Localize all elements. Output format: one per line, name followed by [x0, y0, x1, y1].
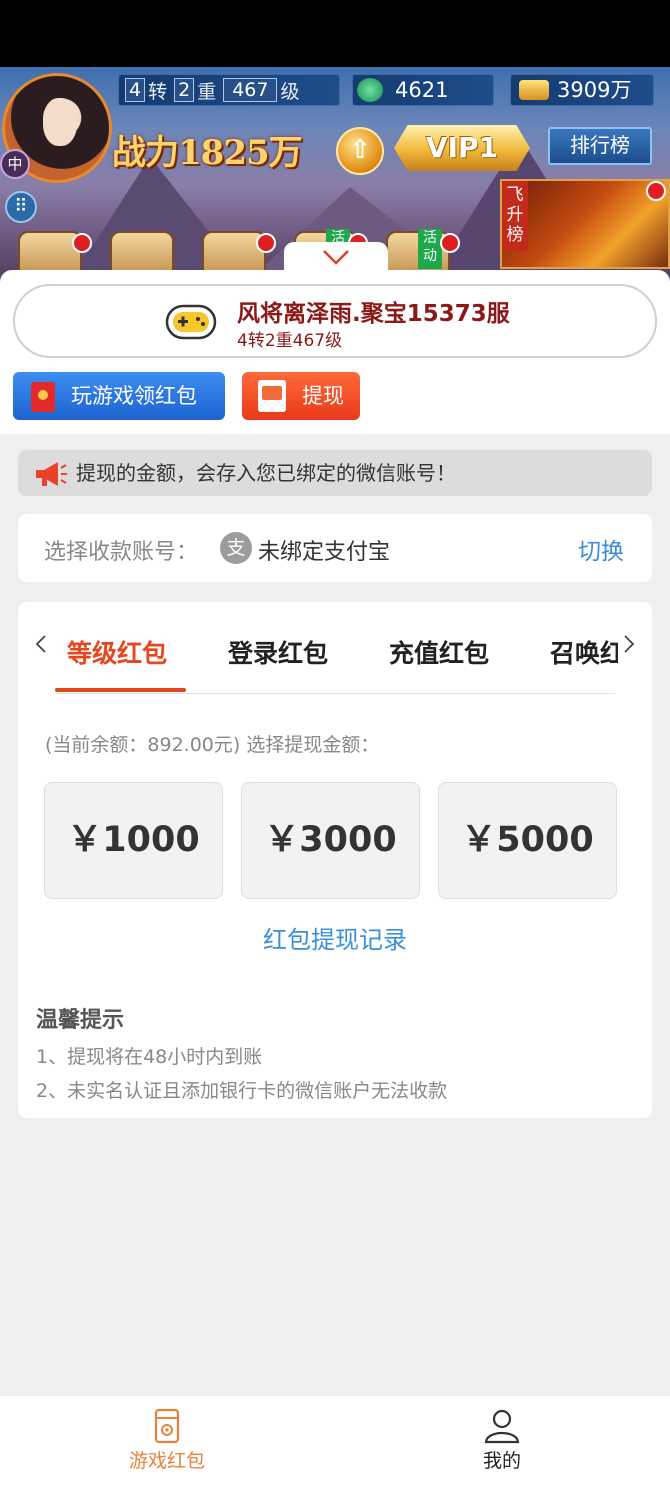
notification-dot: [256, 233, 276, 253]
tier-value: 2: [174, 78, 195, 102]
level-unit: 级: [280, 80, 300, 103]
notice-text: 提现的金额，会存入您已绑定的微信账号！: [76, 461, 456, 485]
notification-dot: [440, 233, 460, 253]
active-tab-indicator: [55, 688, 186, 692]
chevron-left-icon[interactable]: [34, 634, 48, 654]
gold-ingot-icon: [519, 80, 549, 100]
activity-tag: 活动: [418, 229, 442, 269]
tab-divider: [55, 693, 615, 694]
nav-mine[interactable]: 我的: [422, 1408, 582, 1473]
notification-dot: [646, 181, 666, 201]
server-badge: 中: [0, 149, 30, 179]
game-info-card[interactable]: 风将离泽雨.聚宝15373服 4转2重467级: [13, 284, 657, 358]
combat-power: 战力1825万: [112, 133, 303, 173]
notification-dot: [72, 233, 92, 253]
game-name: 风将离泽雨.聚宝15373服: [237, 301, 510, 327]
gold-count: 3909万: [557, 78, 632, 102]
notice-bar: 提现的金额，会存入您已绑定的微信账号！: [18, 450, 652, 496]
red-packet-tabs: 等级红包 登录红包 充值红包 召唤红包: [58, 628, 618, 690]
tab-login-red-packet[interactable]: 登录红包: [228, 634, 328, 670]
withdraw-button[interactable]: 提现: [242, 372, 360, 420]
bottom-navigation: 游戏红包 我的: [0, 1396, 670, 1489]
withdraw-button-label: 提现: [302, 384, 344, 408]
dragon-gem-icon: [357, 78, 383, 102]
arrow-up-icon[interactable]: ⇧: [336, 127, 384, 175]
megaphone-icon: [36, 462, 67, 486]
tab-level-red-packet[interactable]: 等级红包: [67, 634, 167, 670]
nav-label: 我的: [482, 1450, 521, 1472]
amount-option-3000[interactable]: ￥3000: [241, 782, 420, 899]
account-label: 选择收款账号：: [44, 540, 199, 565]
chevron-right-icon[interactable]: [622, 634, 636, 654]
tips-title: 温馨提示: [36, 1008, 125, 1033]
user-icon: [484, 1409, 520, 1444]
balance-text: (当前余额：892.00元) 选择提现金额：: [45, 734, 380, 756]
tier-unit: 重: [197, 80, 217, 103]
tab-summon-red-packet[interactable]: 召唤红包: [550, 634, 618, 670]
turn-unit: 转: [148, 80, 168, 103]
play-game-red-packet-button[interactable]: 玩游戏领红包: [13, 372, 225, 420]
leaderboard-button[interactable]: 排行榜: [548, 127, 652, 165]
vip-badge[interactable]: VIP1: [394, 125, 530, 171]
collapse-banner-button[interactable]: [284, 242, 388, 282]
payee-account-row: 选择收款账号： 支 未绑定支付宝 切换: [18, 514, 652, 582]
feisheng-label: 飞升榜: [502, 181, 528, 251]
withdraw-records-link[interactable]: 红包提现记录: [18, 920, 652, 955]
amount-option-1000[interactable]: ￥1000: [44, 782, 223, 899]
gold-counter: 3909万: [510, 74, 654, 106]
withdraw-card: 等级红包 登录红包 充值红包 召唤红包 (当前余额：892.00元) 选择提现金…: [18, 602, 652, 1118]
chevron-down-icon: [323, 250, 349, 265]
nav-game-red-packet[interactable]: 游戏红包: [87, 1408, 247, 1473]
status-bar: [0, 0, 670, 67]
tab-recharge-red-packet[interactable]: 充值红包: [389, 634, 489, 670]
gem-count: 4621: [395, 78, 449, 102]
red-packet-icon: [154, 1408, 180, 1444]
tip-item: 2、未实名认证且添加银行卡的微信账户无法收款: [36, 1080, 448, 1102]
turn-value: 4: [125, 78, 146, 102]
wallet-icon: [258, 380, 286, 412]
level-display: 4 转 2 重 467 级: [118, 74, 340, 106]
gem-counter: 4621: [352, 74, 494, 106]
records-link-text[interactable]: 红包提现记录: [263, 926, 407, 954]
tip-item: 1、提现将在48小时内到账: [36, 1046, 263, 1068]
play-button-label: 玩游戏领红包: [71, 384, 197, 408]
game-level: 4转2重467级: [237, 331, 343, 351]
gamepad-icon: [165, 304, 217, 340]
alipay-icon: 支: [220, 532, 252, 564]
menu-grid-icon[interactable]: ⠿: [5, 191, 37, 223]
feisheng-leaderboard[interactable]: 飞升榜: [500, 179, 670, 269]
account-value: 未绑定支付宝: [258, 540, 391, 565]
header-section: 风将离泽雨.聚宝15373服 4转2重467级 玩游戏领红包 提现: [0, 270, 670, 434]
red-envelope-icon: [31, 382, 55, 412]
level-value: 467: [223, 78, 278, 102]
amount-option-5000[interactable]: ￥5000: [438, 782, 617, 899]
switch-account-link[interactable]: 切换: [578, 532, 624, 566]
nav-label: 游戏红包: [128, 1450, 205, 1472]
